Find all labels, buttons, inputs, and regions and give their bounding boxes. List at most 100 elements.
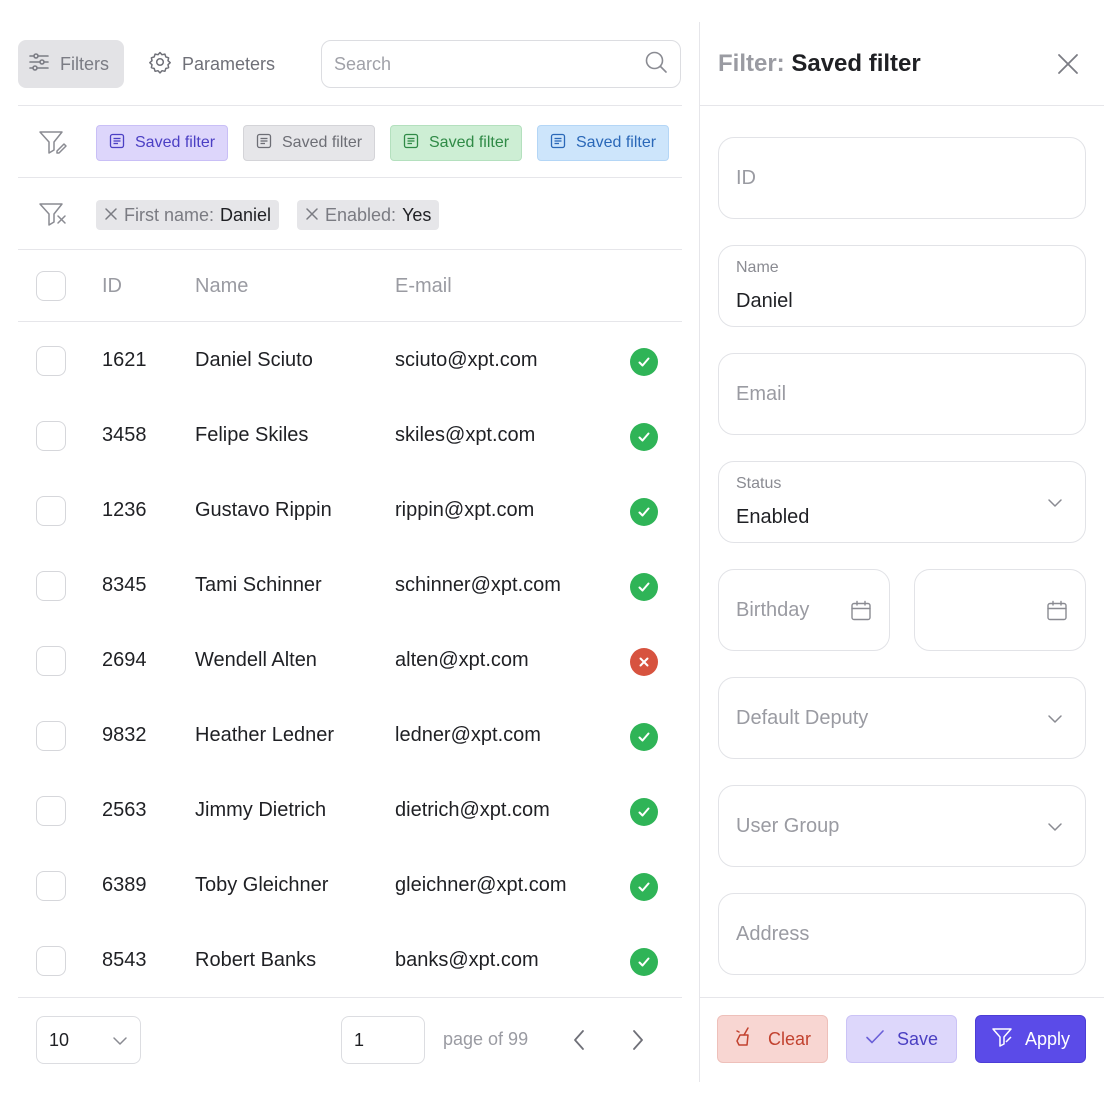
active-filter-tag[interactable]: First name: Daniel xyxy=(96,200,280,230)
status-select[interactable]: Status Enabled xyxy=(718,461,1086,543)
table-row[interactable]: 6389 Toby Gleichner gleichner@xpt.com xyxy=(18,849,682,924)
row-checkbox[interactable] xyxy=(36,946,66,976)
search-icon[interactable] xyxy=(644,50,668,79)
parameters-button[interactable]: Parameters xyxy=(148,40,275,88)
gear-icon xyxy=(148,50,172,79)
cell-email: ledner@xpt.com xyxy=(395,724,541,746)
per-page-select[interactable]: 10 xyxy=(36,1016,141,1064)
cell-name: Heather Ledner xyxy=(195,724,334,746)
filter-edit-icon[interactable] xyxy=(38,128,68,158)
broom-icon xyxy=(734,1026,756,1053)
table-row[interactable]: 2563 Jimmy Dietrich dietrich@xpt.com xyxy=(18,774,682,849)
saved-filter-label: Saved filter xyxy=(429,134,510,151)
cell-name: Jimmy Dietrich xyxy=(195,799,327,821)
close-icon[interactable] xyxy=(305,205,319,226)
search-box[interactable] xyxy=(321,40,681,88)
save-label: Save xyxy=(896,1028,939,1049)
search-input[interactable] xyxy=(334,53,644,75)
cell-name: Felipe Skiles xyxy=(195,424,309,446)
filters-label: Filters xyxy=(60,53,109,74)
row-checkbox[interactable] xyxy=(36,646,66,676)
check-circle-icon xyxy=(630,423,658,451)
table-row[interactable]: 1236 Gustavo Rippin rippin@xpt.com xyxy=(18,474,682,549)
active-filter-tag[interactable]: Enabled: Yes xyxy=(297,200,440,230)
birthday-from-field[interactable]: Birthday xyxy=(718,569,890,651)
filter-clear-icon[interactable] xyxy=(38,200,68,230)
row-checkbox[interactable] xyxy=(36,421,66,451)
saved-filter-chip[interactable]: Saved filter xyxy=(537,125,670,161)
table-row[interactable]: 1621 Daniel Sciuto sciuto@xpt.com xyxy=(18,324,682,399)
column-header-email[interactable]: E-mail xyxy=(395,275,452,298)
status-label: Status xyxy=(736,475,782,492)
row-checkbox[interactable] xyxy=(36,871,66,901)
column-header-name[interactable]: Name xyxy=(195,275,248,298)
table-row[interactable]: 8345 Tami Schinner schinner@xpt.com xyxy=(18,549,682,624)
clear-button[interactable]: Clear xyxy=(717,1015,828,1063)
row-checkbox[interactable] xyxy=(36,571,66,601)
list-icon xyxy=(403,133,419,154)
name-field[interactable]: Name Daniel xyxy=(718,245,1086,327)
saved-filter-label: Saved filter xyxy=(576,134,657,151)
filters-button[interactable]: Filters xyxy=(18,40,124,88)
row-checkbox[interactable] xyxy=(36,346,66,376)
chevron-right-icon[interactable] xyxy=(624,1026,652,1054)
check-circle-icon xyxy=(630,573,658,601)
cell-id: 2563 xyxy=(102,799,147,821)
cell-id: 8543 xyxy=(102,949,147,971)
sliders-icon xyxy=(28,51,50,78)
calendar-icon[interactable] xyxy=(1046,600,1068,627)
select-all-checkbox[interactable] xyxy=(36,271,66,301)
user-group-select[interactable]: User Group xyxy=(718,785,1086,867)
cell-name: Wendell Alten xyxy=(195,649,317,671)
filter-key: Enabled: xyxy=(325,204,397,225)
page-number-input[interactable]: 1 xyxy=(341,1016,425,1064)
panel-title: Filter: Saved filter xyxy=(718,50,921,78)
cell-id: 8345 xyxy=(102,574,147,596)
pagination: 10 1 page of 99 xyxy=(18,999,682,1104)
list-icon xyxy=(109,133,125,154)
cell-email: dietrich@xpt.com xyxy=(395,799,550,821)
close-icon[interactable] xyxy=(1056,52,1080,76)
per-page-value: 10 xyxy=(49,1029,70,1050)
panel-title-label: Filter: xyxy=(718,50,785,77)
table-row[interactable]: 3458 Felipe Skiles skiles@xpt.com xyxy=(18,399,682,474)
saved-filter-label: Saved filter xyxy=(135,134,216,151)
cell-id: 6389 xyxy=(102,874,147,896)
status-value: Enabled xyxy=(736,506,810,528)
cell-id: 9832 xyxy=(102,724,147,746)
saved-filter-chip[interactable]: Saved filter xyxy=(96,125,229,161)
chevron-left-icon[interactable] xyxy=(565,1026,593,1054)
cell-email: banks@xpt.com xyxy=(395,949,539,971)
default-deputy-select[interactable]: Default Deputy xyxy=(718,677,1086,759)
saved-filter-chip[interactable]: Saved filter xyxy=(390,125,523,161)
birthday-to-field[interactable] xyxy=(914,569,1086,651)
cell-id: 3458 xyxy=(102,424,147,446)
row-checkbox[interactable] xyxy=(36,796,66,826)
email-field[interactable]: Email xyxy=(718,353,1086,435)
table-row[interactable]: 8543 Robert Banks banks@xpt.com xyxy=(18,924,682,999)
row-checkbox[interactable] xyxy=(36,721,66,751)
address-field[interactable]: Address xyxy=(718,893,1086,975)
table-header: ID Name E-mail xyxy=(18,250,682,322)
list-icon xyxy=(550,133,566,154)
id-placeholder: ID xyxy=(736,167,756,189)
filter-panel: Filter: Saved filter ID Name Daniel Emai… xyxy=(700,0,1104,1104)
table-row[interactable]: 9832 Heather Ledner ledner@xpt.com xyxy=(18,699,682,774)
saved-filters-row: Saved filter Saved filter Saved filter S… xyxy=(18,107,682,178)
row-checkbox[interactable] xyxy=(36,496,66,526)
cell-name: Robert Banks xyxy=(195,949,317,971)
saved-filter-chip[interactable]: Saved filter xyxy=(243,125,376,161)
table-row[interactable]: 2694 Wendell Alten alten@xpt.com xyxy=(18,624,682,699)
check-icon xyxy=(865,1029,885,1050)
parameters-label: Parameters xyxy=(182,53,276,74)
save-button[interactable]: Save xyxy=(846,1015,957,1063)
column-header-id[interactable]: ID xyxy=(102,275,122,298)
calendar-icon[interactable] xyxy=(850,600,872,627)
cell-id: 1236 xyxy=(102,499,147,521)
id-field[interactable]: ID xyxy=(718,137,1086,219)
cell-email: sciuto@xpt.com xyxy=(395,349,538,371)
close-icon[interactable] xyxy=(104,205,118,226)
apply-button[interactable]: Apply xyxy=(975,1015,1086,1063)
check-circle-icon xyxy=(630,723,658,751)
filter-value: Yes xyxy=(402,204,432,225)
